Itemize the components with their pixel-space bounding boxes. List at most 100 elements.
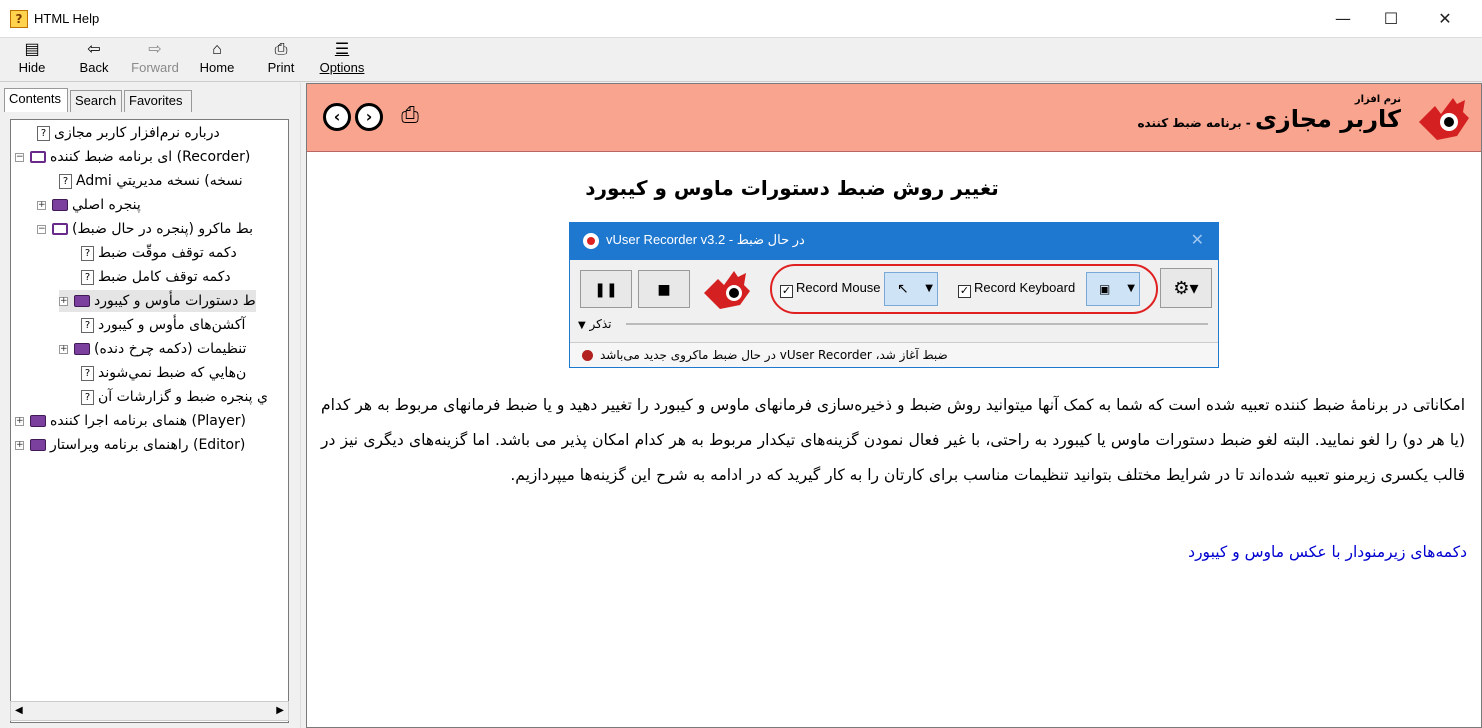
- tree-item-selected[interactable]: + ط دستورات مأوس و کيبورد: [59, 290, 256, 312]
- topic-paragraph: امکاناتی در برنامهٔ ضبط کننده تعبیه شده …: [321, 396, 1465, 484]
- back-button[interactable]: ⇦ Back: [74, 40, 114, 80]
- home-button[interactable]: ⌂ Home: [196, 40, 238, 80]
- help-page-icon: ?: [81, 317, 94, 333]
- tree-item-label: بط ماکرو (پنجره در حال ضبط): [72, 221, 253, 237]
- scroll-left-icon[interactable]: ◀: [15, 705, 23, 716]
- tab-contents[interactable]: Contents: [4, 88, 68, 112]
- collapse-icon[interactable]: −: [15, 152, 24, 162]
- related-topic-link[interactable]: دکمه‌های زیرمنودار با عکس ماوس و کیبورد: [1188, 543, 1467, 561]
- tree-item-label: ي پنجره ضبط و گزارشات آن: [98, 389, 268, 405]
- hide-icon: ▤: [24, 41, 40, 58]
- next-topic-button[interactable]: ›: [355, 103, 383, 131]
- tree-item[interactable]: ? دکمه توقف موقّت ضبط: [81, 242, 237, 264]
- tree-item[interactable]: + پنجره اصلي: [37, 194, 141, 216]
- tree-item[interactable]: ? دکمه توقف کامل ضبط: [81, 266, 231, 288]
- help-page-icon: ?: [59, 173, 72, 189]
- tree-horizontal-scrollbar[interactable]: ◀ ▶: [10, 701, 289, 721]
- tab-favorites[interactable]: Favorites: [124, 90, 192, 112]
- printer-icon: ⎙: [274, 41, 288, 58]
- tree-item-label: دکمه توقف کامل ضبط: [98, 269, 231, 285]
- chevron-down-icon: ▼: [578, 320, 586, 331]
- back-label: Back: [79, 60, 109, 75]
- tree-item-label: آکشن‌های مأوس و کیبورد: [98, 317, 246, 333]
- hide-button[interactable]: ▤ Hide: [12, 40, 52, 80]
- recorder-title: vUser Recorder v3.2 - در حال ضبط: [606, 232, 805, 247]
- contents-tree: ? درباره نرم‌افزار کاربر مجازی − ای برنامه…: [10, 119, 289, 723]
- expand-icon[interactable]: +: [15, 416, 24, 426]
- brand-small-text: نرم افزار: [1354, 94, 1401, 105]
- closed-book-icon: [74, 295, 90, 307]
- tree-item[interactable]: ? ن‌هايي که ضبط نمي‌شوند: [81, 362, 246, 384]
- scroll-right-icon[interactable]: ▶: [276, 705, 284, 716]
- tree-item[interactable]: + تنظيمات (دکمه چرخ دنده): [59, 338, 246, 360]
- options-button[interactable]: ☰ Options: [316, 40, 368, 80]
- open-book-icon: [30, 151, 46, 163]
- hand-logo-icon: [1419, 98, 1469, 140]
- print-topic-icon[interactable]: ⎙: [397, 103, 423, 129]
- help-page-icon: ?: [81, 389, 94, 405]
- closed-book-icon: [30, 415, 46, 427]
- tree-item[interactable]: ? آکشن‌های مأوس و کیبورد: [81, 314, 245, 336]
- expand-icon[interactable]: +: [59, 296, 68, 306]
- expand-icon[interactable]: +: [59, 344, 68, 354]
- tree-item-label: پنجره اصلي: [72, 197, 141, 213]
- tree-item-label: دکمه توقف موقّت ضبط: [98, 245, 237, 261]
- close-button[interactable]: ✕: [1422, 0, 1468, 38]
- forward-button[interactable]: ⇨ Forward: [128, 40, 182, 80]
- chevron-down-icon: ▼: [925, 283, 933, 294]
- keyboard-mode-dropdown: ▣ ▼: [1086, 272, 1140, 306]
- tree-item[interactable]: − ای برنامه ضبط کننده (Recorder): [15, 146, 250, 168]
- maximize-button[interactable]: ☐: [1368, 0, 1414, 38]
- notes-expander: تذکر ▼: [578, 317, 612, 331]
- stop-icon: ■: [638, 270, 690, 308]
- tree-item[interactable]: + هنمای برنامه اجرا کننده (Player): [15, 410, 246, 432]
- recorder-status-bar: ضبط آغاز شد، vUser Recorder در حال ضبط م…: [570, 342, 1218, 367]
- tree-item-label: تنظيمات (دکمه چرخ دنده): [94, 341, 247, 357]
- expand-icon[interactable]: +: [37, 200, 46, 210]
- tree-item[interactable]: ? ي پنجره ضبط و گزارشات آن: [81, 386, 268, 408]
- hide-label: Hide: [18, 60, 46, 75]
- collapse-icon[interactable]: −: [37, 224, 46, 234]
- pause-icon: ❚❚: [580, 270, 632, 308]
- tree-item[interactable]: ? Admi نسخه) نسخه مديريتي: [59, 170, 243, 192]
- chevron-down-icon: ▼: [1127, 283, 1135, 294]
- print-label: Print: [267, 60, 295, 75]
- checkbox-check-icon: ✓: [958, 285, 971, 298]
- help-page-icon: ?: [81, 365, 94, 381]
- tree-item[interactable]: − بط ماکرو (پنجره در حال ضبط): [37, 218, 253, 240]
- record-icon: [583, 233, 599, 249]
- open-book-icon: [52, 223, 68, 235]
- closed-book-icon: [74, 343, 90, 355]
- tab-search[interactable]: Search: [70, 90, 122, 112]
- navigation-pane: Contents Search Favorites ? درباره نرم‌اف…: [0, 83, 300, 728]
- record-options-highlight: ✓ Record Mouse ↖ ▼ ✓ Record Keyboard ▣ ▼: [770, 264, 1158, 314]
- checkbox-check-icon: ✓: [780, 285, 793, 298]
- tree-item-label: Admi نسخه) نسخه مديريتي: [76, 173, 243, 189]
- help-page-icon: ?: [37, 125, 50, 141]
- expand-icon[interactable]: +: [15, 440, 24, 450]
- tree-item[interactable]: ? درباره نرم‌افزار کاربر مجازی: [37, 122, 220, 144]
- recorder-hand-icon: [704, 271, 750, 309]
- topic-content: ‹ › ⎙ نرم افزار کاربر مجازی - برنامه ضبط…: [306, 83, 1482, 728]
- forward-label: Forward: [131, 60, 179, 75]
- tree-item-label: درباره نرم‌افزار کاربر مجازی: [54, 125, 220, 141]
- tree-item-label: ط دستورات مأوس و کيبورد: [94, 293, 256, 309]
- recorder-title-bar: vUser Recorder v3.2 - در حال ضبط ✕: [570, 223, 1218, 260]
- tree-item-label: راهنمای برنامه ویراستار (Editor): [50, 437, 246, 453]
- brand-name: کاربر مجازی: [1254, 105, 1401, 133]
- notes-label: تذکر: [589, 317, 612, 331]
- prev-topic-button[interactable]: ‹: [323, 103, 351, 131]
- brand-subtitle: - برنامه ضبط کننده: [1137, 116, 1251, 130]
- record-mouse-checkbox: ✓ Record Mouse: [780, 280, 881, 298]
- tree-item-label: هنمای برنامه اجرا کننده (Player): [50, 413, 246, 429]
- minimize-button[interactable]: —: [1320, 0, 1366, 38]
- help-page-icon: ?: [81, 269, 94, 285]
- back-arrow-icon: ⇦: [87, 41, 101, 58]
- options-label: Options: [319, 60, 365, 75]
- tree-item-label: ن‌هايي که ضبط نمي‌شوند: [98, 365, 247, 381]
- close-icon: ✕: [1190, 230, 1204, 249]
- tree-item[interactable]: + راهنمای برنامه ویراستار (Editor): [15, 434, 245, 456]
- closed-book-icon: [30, 439, 46, 451]
- topic-banner: ‹ › ⎙ نرم افزار کاربر مجازی - برنامه ضبط…: [307, 84, 1481, 152]
- print-button[interactable]: ⎙ Print: [264, 40, 298, 80]
